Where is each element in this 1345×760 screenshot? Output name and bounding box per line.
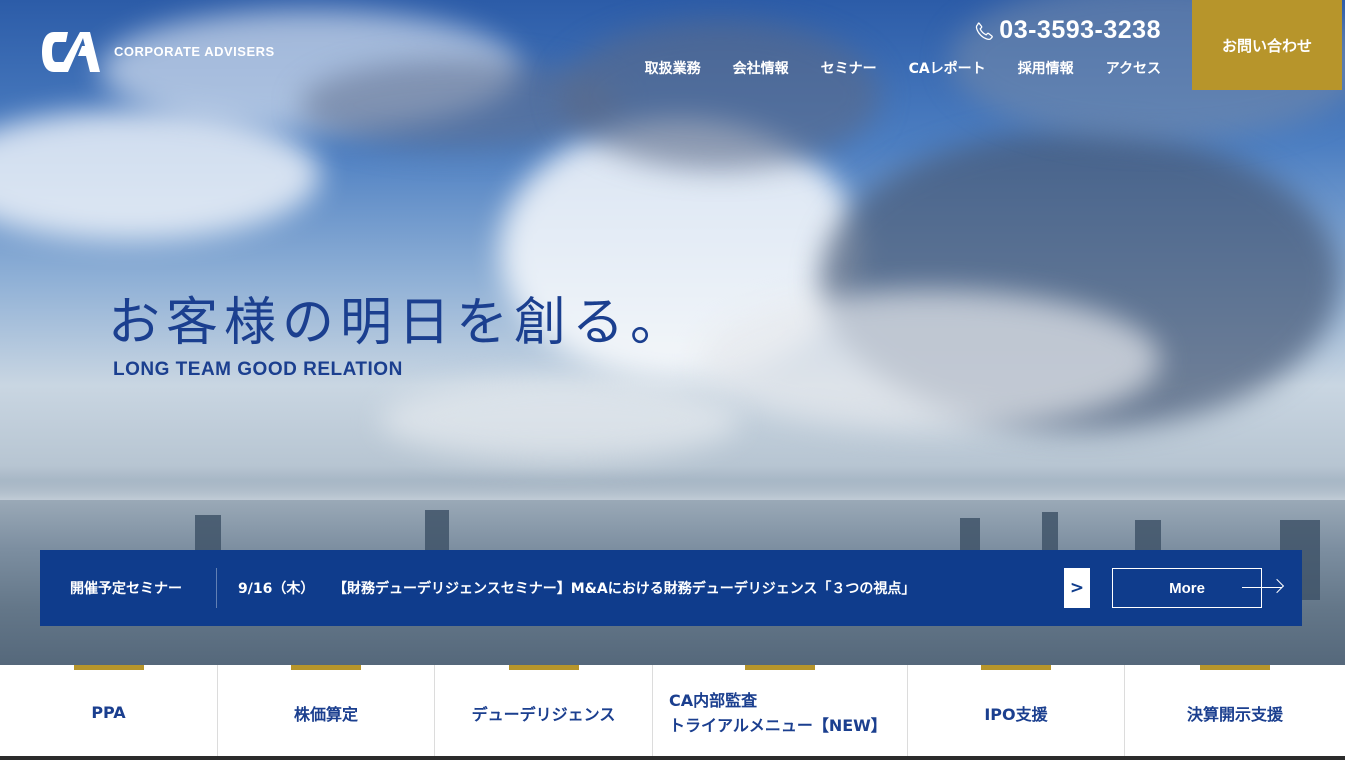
service-label: IPO支援 (984, 704, 1048, 724)
gold-accent (508, 665, 579, 670)
seminar-title-link[interactable]: 【財務デューデリジェンスセミナー】M&Aにおける財務デューデリジェンス「３つの視… (333, 578, 1043, 598)
service-label-group: CA内部監査 トライアルメニュー【NEW】 (669, 688, 887, 738)
arrow-head (1269, 578, 1285, 594)
nav-recruit[interactable]: 採用情報 (1018, 58, 1074, 78)
bottom-strip (0, 756, 1345, 760)
nav-ca-report[interactable]: CAレポート (909, 58, 986, 78)
service-label: CA内部監査 (669, 690, 758, 710)
seminar-banner: 開催予定セミナー 9/16（木） 【財務デューデリジェンスセミナー】M&Aにおけ… (40, 550, 1302, 626)
gold-accent (1200, 665, 1270, 670)
building (425, 510, 449, 555)
service-menu: PPA 株価算定 デューデリジェンス CA内部監査 トライアルメニュー【NEW】… (0, 665, 1345, 760)
phone-number[interactable]: 03-3593-3238 (973, 16, 1161, 45)
service-internal-audit[interactable]: CA内部監査 トライアルメニュー【NEW】 (653, 665, 908, 760)
cloud-shape (700, 290, 1160, 430)
nav-seminar[interactable]: セミナー (821, 58, 877, 78)
service-stock-valuation[interactable]: 株価算定 (218, 665, 435, 760)
service-disclosure[interactable]: 決算開示支援 (1125, 665, 1345, 760)
gold-accent (981, 665, 1051, 670)
service-label: PPA (91, 703, 126, 722)
cloud-shape (560, 20, 880, 170)
service-label: デューデリジェンス (471, 704, 616, 724)
contact-button[interactable]: お問い合わせ (1192, 0, 1342, 90)
ca-logo-icon (42, 32, 100, 72)
phone-text: 03-3593-3238 (999, 16, 1161, 44)
nav-access[interactable]: アクセス (1106, 58, 1161, 78)
service-ipo[interactable]: IPO支援 (908, 665, 1125, 760)
site-logo[interactable]: CORPORATE ADVISERS (40, 28, 275, 76)
nav-company[interactable]: 会社情報 (733, 58, 789, 78)
gold-accent (745, 665, 815, 670)
seminar-date: 9/16（木） (238, 581, 315, 597)
more-button[interactable]: More (1112, 568, 1262, 608)
service-label-sub: トライアルメニュー【NEW】 (669, 715, 887, 735)
building (195, 515, 221, 555)
cloud-shape (0, 110, 320, 240)
service-due-diligence[interactable]: デューデリジェンス (435, 665, 653, 760)
nav-services[interactable]: 取扱業務 (645, 58, 701, 78)
more-label: More (1169, 579, 1205, 597)
service-label: 決算開示支援 (1186, 704, 1283, 724)
hero-subtitle: LONG TEAM GOOD RELATION (113, 359, 403, 380)
main-nav: 取扱業務 会社情報 セミナー CAレポート 採用情報 アクセス (645, 58, 1161, 78)
cloud-shape (380, 380, 740, 460)
gold-accent (291, 665, 361, 670)
seminar-label: 開催予定セミナー (70, 581, 182, 597)
brand-name: CORPORATE ADVISERS (114, 43, 275, 59)
phone-icon (976, 21, 994, 40)
service-ppa[interactable]: PPA (0, 665, 218, 760)
service-label: 株価算定 (293, 704, 358, 724)
gold-accent (73, 665, 144, 670)
hero-catchphrase: お客様の明日を創る。 (108, 293, 689, 353)
chevron-right-icon[interactable]: > (1064, 568, 1090, 608)
